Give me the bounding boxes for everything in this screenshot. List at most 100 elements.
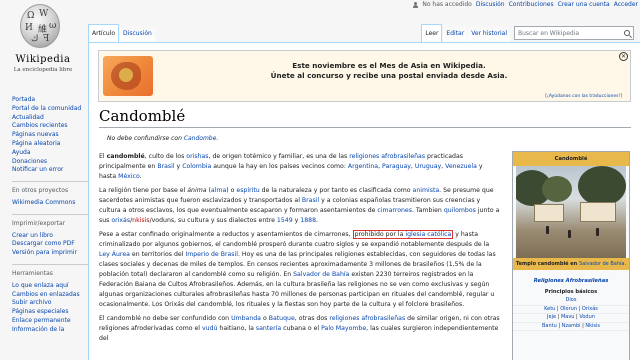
caption-link-salvador[interactable]: Salvador de Bahía [579, 261, 624, 267]
p1-link-colombia[interactable]: Colombia [182, 163, 211, 170]
sidebar-tools: Herramientas Lo que enlaza aquí Cambios … [12, 263, 88, 335]
p1-link-paraguay[interactable]: Paraguay [382, 163, 411, 170]
p4-link-vudu[interactable]: vudú [202, 325, 217, 332]
p2-text-m: . Tambien [411, 207, 444, 214]
tab-editar-link[interactable]: Editar [446, 30, 464, 37]
p2-link-brasil[interactable]: Brasil [302, 197, 319, 204]
tab-discusion-link[interactable]: Discusión [123, 30, 152, 37]
personal-link-login[interactable]: Acceder [614, 1, 638, 8]
sidebar-item-enlaza[interactable]: Lo que enlaza aquí [12, 282, 88, 291]
title-divider [99, 127, 631, 128]
p2-link-animista[interactable]: animista [413, 187, 440, 194]
infobox-link-olorun[interactable]: Olorun [560, 306, 577, 312]
article-body: El candomblé, culto de los orishas, de o… [99, 152, 501, 348]
p1-link-brasil[interactable]: Brasil [157, 163, 174, 170]
p4-link-umbanda[interactable]: Umbanda [231, 315, 261, 322]
tab-articulo[interactable]: Artículo [88, 24, 120, 42]
banner-line-2: Únete al concurso y recibe una postal en… [270, 70, 508, 80]
sidebar-item-commons[interactable]: Wikimedia Commons [12, 199, 88, 208]
infobox-link-mavu[interactable]: Mavu [561, 314, 575, 320]
tab-historial[interactable]: Ver historial [468, 24, 510, 42]
p2-link-nkisis[interactable]: nkisis [132, 217, 149, 224]
sidebar-item-notificar[interactable]: Notificar un error [12, 166, 88, 175]
p4-text-k: cubana o el [281, 325, 322, 332]
p3-link-imperio[interactable]: Imperio de Brasil [185, 251, 238, 258]
p3-text-a: Pese a estar confinado originalmente a r… [99, 231, 353, 238]
p4-link-santeria[interactable]: santería [256, 325, 281, 332]
p1-link-uruguay[interactable]: Uruguay [415, 163, 441, 170]
tab-leer[interactable]: Leer [421, 24, 443, 42]
personal-link-talk[interactable]: Discusión [476, 1, 505, 8]
close-icon[interactable]: ✕ [619, 52, 628, 61]
infobox-link-nzambi[interactable]: Nzambi [562, 323, 581, 329]
p1-link-venezuela[interactable]: Venezuela [445, 163, 477, 170]
infobox-link-ketu[interactable]: Ketu [544, 306, 555, 312]
sidebar-item-subir[interactable]: Subir archivo [12, 299, 88, 308]
sidebar-item-portada[interactable]: Portada [12, 96, 88, 105]
wikipedia-logo[interactable]: ΩW И維 ωك ꟻ Wikipedia La enciclopedia lib… [0, 0, 88, 88]
paragraph-2: La religión tiene por base el ánima (alm… [99, 186, 501, 226]
infobox-link-jeje[interactable]: Jeje [547, 314, 556, 320]
infobox-rows: Dios Ketu | Olorun | Orixás Jeje | Mavu … [513, 297, 629, 331]
p2-link-cimarrones[interactable]: cimarrones [377, 207, 412, 214]
sidebar-item-donaciones[interactable]: Donaciones [12, 158, 88, 167]
infobox-link-orixas[interactable]: Orixás [582, 306, 598, 312]
sidebar-item-crear-libro[interactable]: Crear un libro [12, 232, 88, 241]
infobox-link-nkisis[interactable]: Nkisis [585, 323, 600, 329]
main-content: Este noviembre es el Mes de Asia en Wiki… [88, 42, 640, 360]
sidebar: Portada Portal de la comunidad Actualida… [12, 96, 88, 335]
infobox-link-dios[interactable]: Dios [566, 297, 577, 303]
sidebar-item-portal[interactable]: Portal de la comunidad [12, 105, 88, 114]
sidebar-item-informacion[interactable]: Información de la [12, 326, 88, 335]
sidebar-item-cambios[interactable]: Cambios recientes [12, 122, 88, 131]
p2-link-orixas[interactable]: orixás [111, 217, 130, 224]
sidebar-item-permanente[interactable]: Enlace permanente [12, 317, 88, 326]
p4-link-palo-mayombe[interactable]: Palo Mayombe [321, 325, 366, 332]
search-icon[interactable] [624, 30, 630, 36]
p1-text-a: El [99, 153, 107, 160]
sidebar-heading-other: En otros proyectos [12, 187, 69, 195]
p1-link-argentina[interactable]: Argentina [348, 163, 378, 170]
banner-line-1: Este noviembre es el Mes de Asia en Wiki… [292, 61, 486, 70]
tab-historial-link[interactable]: Ver historial [471, 30, 507, 37]
infobox-link-bantu[interactable]: Bantu [542, 323, 557, 329]
sidebar-navigation: Portada Portal de la comunidad Actualida… [12, 96, 88, 175]
p2-link-alma[interactable]: alma [211, 187, 226, 194]
sidebar-item-pdf[interactable]: Descargar como PDF [12, 240, 88, 249]
p1-link-orishas[interactable]: orishas [186, 153, 208, 160]
caption-text: Templo candomblé en [515, 261, 579, 267]
p2-link-1549[interactable]: 1549 [277, 217, 293, 224]
hatnote-link[interactable]: Candombe [184, 135, 217, 142]
p1-link-mexico[interactable]: México [118, 173, 140, 180]
p1-text-c: , culto de los [144, 153, 187, 160]
sidebar-item-especiales[interactable]: Páginas especiales [12, 308, 88, 317]
p2-link-1888[interactable]: 1888 [300, 217, 316, 224]
personal-link-contributions[interactable]: Contribuciones [509, 1, 554, 8]
p1-link-religiones[interactable]: religiones afrobrasileñas [349, 153, 425, 160]
infobox: Candomblé Templo candomblé en Salvador d… [512, 151, 630, 360]
p3-link-iglesia[interactable]: iglesia católica [405, 231, 451, 238]
sidebar-item-nuevas[interactable]: Páginas nuevas [12, 131, 88, 140]
p2-link-quilombos[interactable]: quilombos [444, 207, 476, 214]
sidebar-item-ayuda[interactable]: Ayuda [12, 149, 88, 158]
temple-photo[interactable] [516, 166, 626, 258]
personal-link-create-account[interactable]: Crear una cuenta [558, 1, 610, 8]
infobox-link-vodun[interactable]: Vodun [579, 314, 595, 320]
sidebar-item-imprimir[interactable]: Versión para imprimir [12, 249, 88, 258]
sidebar-item-cambios-enlazadas[interactable]: Cambios en enlazadas [12, 291, 88, 300]
sidebar-heading-print: Imprimir/exportar [12, 219, 66, 227]
p2-text-w: . [316, 217, 318, 224]
search-input[interactable]: Buscar en Wikipedia [514, 26, 634, 40]
sidebar-item-actualidad[interactable]: Actualidad [12, 114, 88, 123]
p4-link-religiones[interactable]: religiones afrobrasileñas [329, 315, 405, 322]
banner-translations-link[interactable]: [¡Ayúdanos con las traducciones!] [545, 94, 622, 99]
tab-editar[interactable]: Editar [443, 24, 468, 42]
hatnote-prefix: No debe confundirse con [107, 135, 184, 142]
infobox-link-religiones[interactable]: Religiones Afrobrasileñas [534, 278, 609, 284]
p3-link-salvador[interactable]: Salvador de Bahía [293, 271, 349, 278]
p2-link-espiritu[interactable]: espíritu [236, 187, 259, 194]
p3-link-ley-aurea[interactable]: Ley Áurea [99, 251, 130, 258]
tab-discusion[interactable]: Discusión [120, 24, 155, 42]
sidebar-item-aleatoria[interactable]: Página aleatoria [12, 140, 88, 149]
p4-link-batuque[interactable]: Batuque [269, 315, 295, 322]
